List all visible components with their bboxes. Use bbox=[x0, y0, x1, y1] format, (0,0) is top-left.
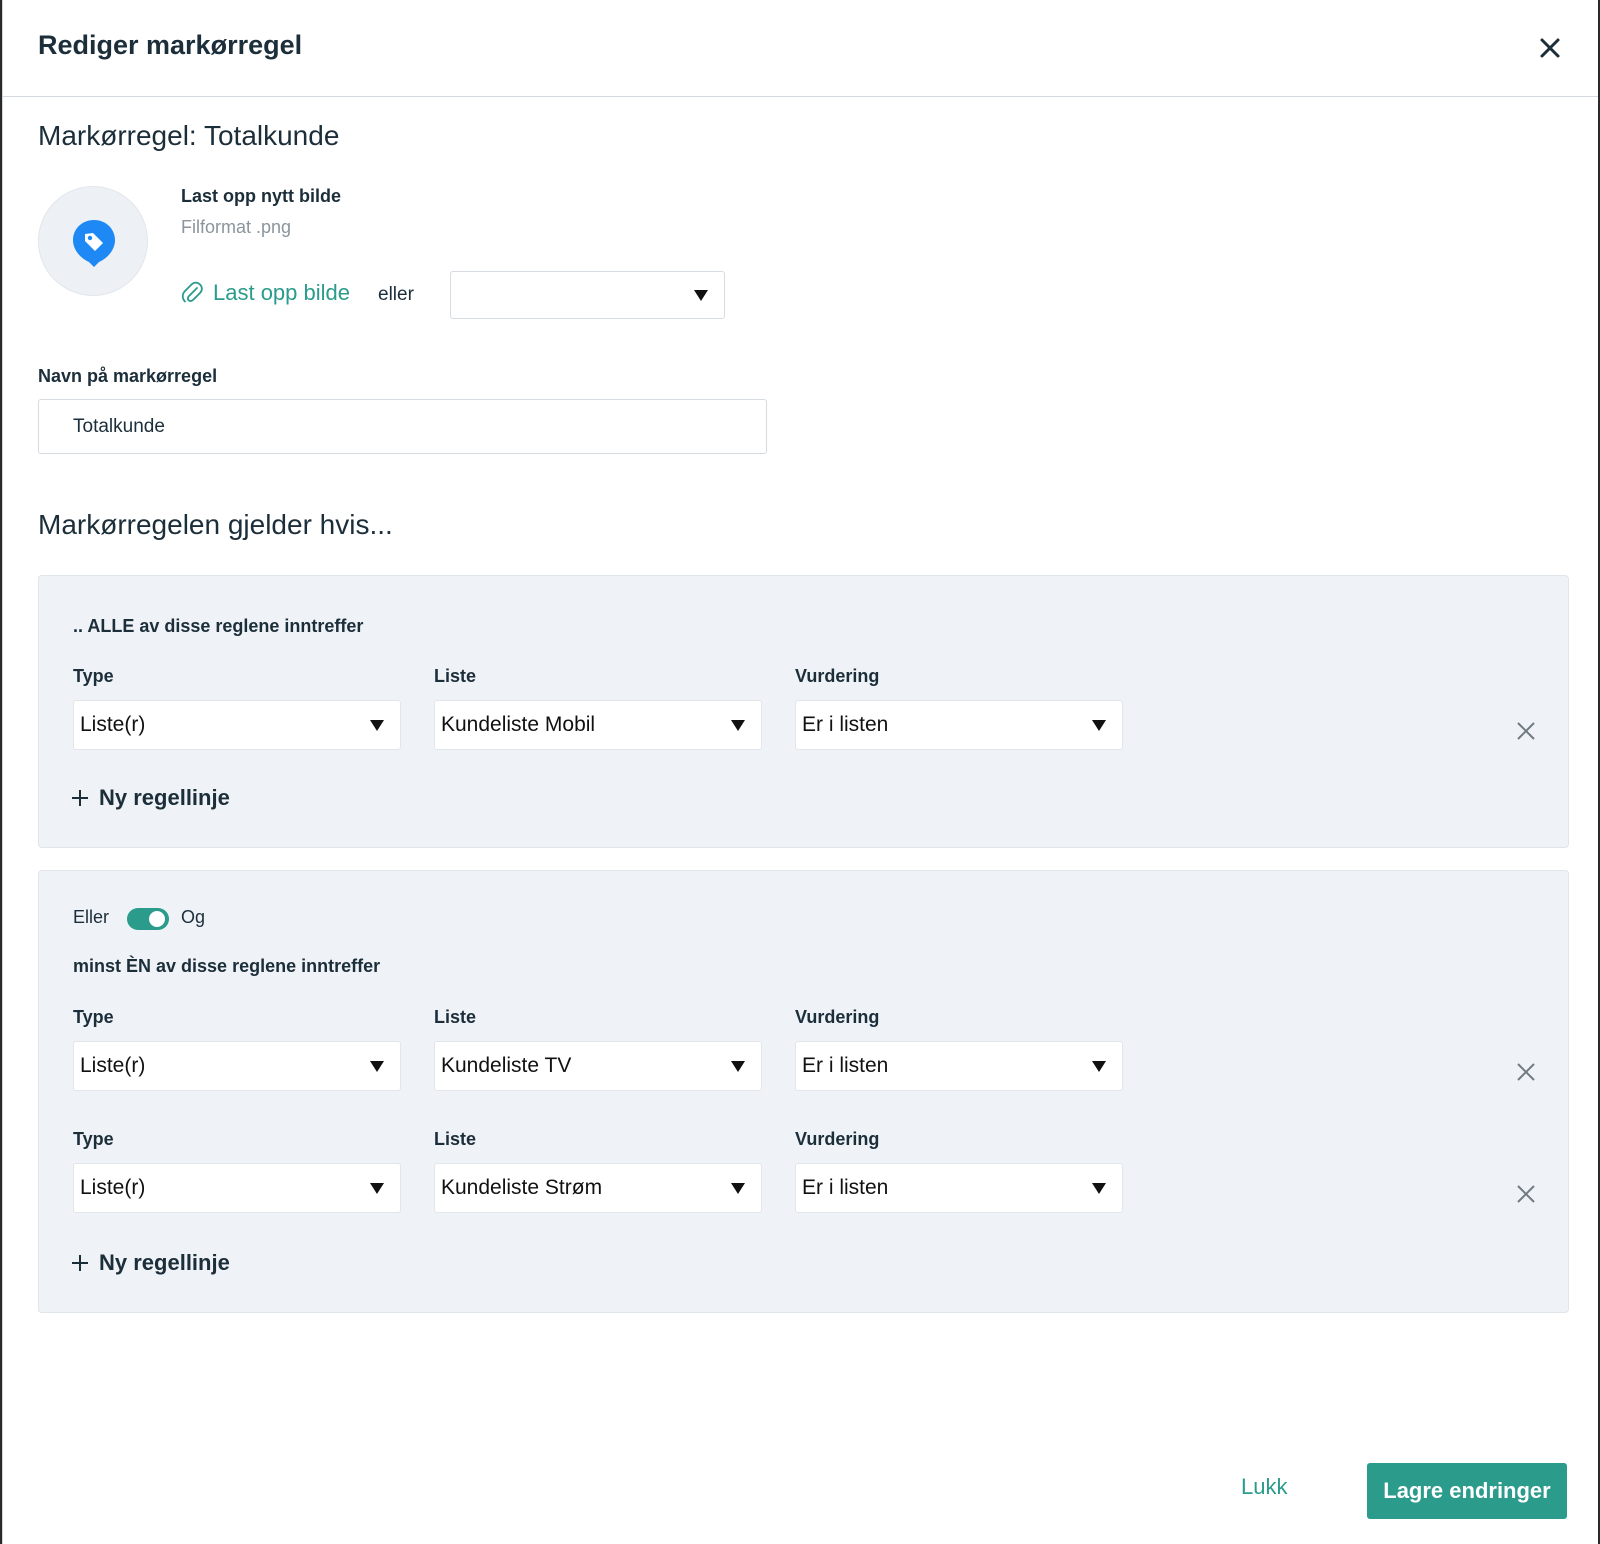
remove-row-icon[interactable] bbox=[1515, 1183, 1537, 1205]
edit-marker-rule-dialog: Rediger markørregel Markørregel: Totalku… bbox=[2, 0, 1598, 1544]
rating-value: Er i listen bbox=[802, 1176, 889, 1199]
list-label: Liste bbox=[434, 1129, 477, 1149]
type-value: Liste(r) bbox=[80, 1054, 146, 1077]
list-value: Kundeliste TV bbox=[441, 1054, 572, 1077]
caret-down-icon bbox=[1092, 1061, 1106, 1072]
list-dropdown[interactable]: Kundeliste Strøm bbox=[434, 1163, 762, 1213]
upload-heading: Last opp nytt bilde bbox=[181, 186, 341, 206]
type-value: Liste(r) bbox=[80, 713, 146, 736]
rule-name-input[interactable] bbox=[38, 399, 767, 454]
tag-marker-icon bbox=[73, 220, 115, 267]
type-value: Liste(r) bbox=[80, 1176, 146, 1199]
type-dropdown[interactable]: Liste(r) bbox=[73, 1163, 401, 1213]
rule-group-all: .. ALLE av disse reglene inntreffer Type… bbox=[38, 575, 1569, 848]
list-label: Liste bbox=[434, 666, 477, 686]
rating-dropdown[interactable]: Er i listen bbox=[795, 1041, 1123, 1091]
marker-image-preview bbox=[38, 186, 148, 296]
type-dropdown[interactable]: Liste(r) bbox=[73, 1041, 401, 1091]
type-label: Type bbox=[73, 1007, 114, 1027]
group-caption: minst ÈN av disse reglene inntreffer bbox=[73, 956, 381, 976]
caret-down-icon bbox=[731, 1061, 745, 1072]
upload-format-hint: Filformat .png bbox=[181, 217, 292, 237]
conditions-heading: Markørregelen gjelder hvis... bbox=[38, 509, 393, 540]
icon-select-dropdown[interactable] bbox=[450, 271, 725, 319]
type-label: Type bbox=[73, 666, 114, 686]
rating-dropdown[interactable]: Er i listen bbox=[795, 700, 1123, 750]
caret-down-icon bbox=[370, 1061, 384, 1072]
toggle-left-label: Eller bbox=[73, 907, 110, 927]
close-button[interactable]: Lukk bbox=[1241, 1474, 1287, 1500]
toggle-right-label: Og bbox=[181, 907, 206, 927]
caret-down-icon bbox=[370, 720, 384, 731]
rule-name-label: Navn på markørregel bbox=[38, 366, 218, 386]
and-or-toggle[interactable] bbox=[127, 908, 169, 930]
upload-image-link[interactable]: Last opp bilde bbox=[181, 280, 350, 306]
paperclip-icon bbox=[181, 281, 203, 303]
plus-icon bbox=[72, 1255, 88, 1271]
remove-row-icon[interactable] bbox=[1515, 720, 1537, 742]
remove-row-icon[interactable] bbox=[1515, 1061, 1537, 1083]
caret-down-icon bbox=[694, 290, 708, 301]
rule-title: Markørregel: Totalkunde bbox=[38, 120, 340, 151]
rating-dropdown[interactable]: Er i listen bbox=[795, 1163, 1123, 1213]
close-icon[interactable] bbox=[1536, 34, 1564, 62]
type-label: Type bbox=[73, 1129, 114, 1149]
dialog-title: Rediger markørregel bbox=[38, 30, 303, 60]
caret-down-icon bbox=[1092, 720, 1106, 731]
add-rule-line-label: Ny regellinje bbox=[99, 1250, 230, 1275]
rating-value: Er i listen bbox=[802, 713, 889, 736]
toggle-knob bbox=[149, 911, 165, 927]
list-dropdown[interactable]: Kundeliste Mobil bbox=[434, 700, 762, 750]
list-label: Liste bbox=[434, 1007, 477, 1027]
add-rule-line-label: Ny regellinje bbox=[99, 785, 230, 810]
group-caption: .. ALLE av disse reglene inntreffer bbox=[73, 616, 364, 636]
rating-label: Vurdering bbox=[795, 1129, 880, 1149]
caret-down-icon bbox=[1092, 1183, 1106, 1194]
list-dropdown[interactable]: Kundeliste TV bbox=[434, 1041, 762, 1091]
save-changes-button[interactable]: Lagre endringer bbox=[1367, 1463, 1567, 1519]
caret-down-icon bbox=[731, 1183, 745, 1194]
rating-label: Vurdering bbox=[795, 666, 880, 686]
caret-down-icon bbox=[370, 1183, 384, 1194]
caret-down-icon bbox=[731, 720, 745, 731]
type-dropdown[interactable]: Liste(r) bbox=[73, 700, 401, 750]
rule-group-any: Eller Og minst ÈN av disse reglene inntr… bbox=[38, 870, 1569, 1313]
rating-label: Vurdering bbox=[795, 1007, 880, 1027]
list-value: Kundeliste Strøm bbox=[441, 1176, 603, 1199]
add-rule-line-button[interactable]: Ny regellinje bbox=[71, 1250, 230, 1276]
upload-image-label: Last opp bilde bbox=[213, 280, 350, 305]
plus-icon bbox=[72, 790, 88, 806]
dialog-header: Rediger markørregel bbox=[3, 0, 1598, 97]
or-label: eller bbox=[378, 284, 414, 305]
add-rule-line-button[interactable]: Ny regellinje bbox=[71, 785, 230, 811]
rating-value: Er i listen bbox=[802, 1054, 889, 1077]
list-value: Kundeliste Mobil bbox=[441, 713, 596, 736]
